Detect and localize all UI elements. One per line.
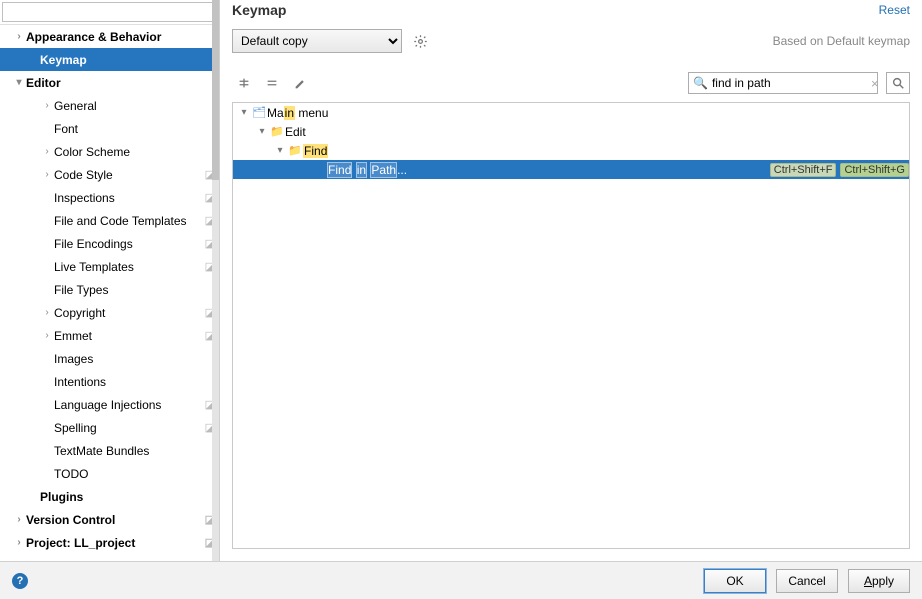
sidebar-item-todo[interactable]: TODO: [0, 462, 219, 485]
sidebar-item-label: General: [54, 99, 215, 113]
chevron-down-icon: ▾: [12, 77, 26, 88]
sidebar-scrollbar[interactable]: [212, 0, 219, 561]
sidebar-item-label: File Types: [54, 283, 215, 297]
sidebar-item-copyright[interactable]: ›Copyright◪: [0, 301, 219, 324]
ok-button[interactable]: OK: [704, 569, 766, 593]
sidebar-item-font[interactable]: Font: [0, 117, 219, 140]
dialog-footer: ? OK Cancel Apply: [0, 561, 922, 599]
keymap-panel: Keymap Reset Default copy Based on Defau…: [220, 0, 922, 561]
sidebar-item-emmet[interactable]: ›Emmet◪: [0, 324, 219, 347]
sidebar-item-label: Emmet: [54, 329, 205, 343]
panel-title: Keymap: [232, 2, 879, 18]
chevron-right-icon: ›: [12, 560, 26, 561]
sidebar-item-label: File and Code Templates: [54, 214, 205, 228]
folder-icon: 📁: [287, 144, 303, 157]
keymap-profile-select[interactable]: Default copy: [232, 29, 402, 53]
chevron-right-icon: ›: [40, 100, 54, 111]
sidebar-item-label: TODO: [54, 467, 215, 481]
sidebar-item-label: Keymap: [40, 53, 215, 67]
chevron-right-icon: ›: [12, 537, 26, 548]
sidebar-item-label: File Encodings: [54, 237, 205, 251]
collapse-all-icon[interactable]: [260, 71, 284, 95]
sidebar-item-label: Inspections: [54, 191, 205, 205]
chevron-down-icon: ▾: [273, 145, 287, 156]
action-search-input[interactable]: [712, 76, 867, 90]
clear-search-icon[interactable]: ×: [871, 76, 879, 91]
action-search-box: 🔍 ×: [688, 72, 878, 94]
sidebar-item-label: Copyright: [54, 306, 205, 320]
sidebar-item-label: Version Control: [26, 513, 205, 527]
chevron-right-icon: ›: [40, 169, 54, 180]
tree-label: Main menu: [267, 106, 328, 120]
search-icon: 🔍: [693, 76, 708, 90]
chevron-down-icon: ▾: [237, 107, 251, 118]
sidebar-item-color-scheme[interactable]: ›Color Scheme: [0, 140, 219, 163]
sidebar-search: [0, 0, 219, 25]
based-on-label: Based on Default keymap: [773, 34, 910, 48]
sidebar-item-project-ll-project[interactable]: ›Project: LL_project◪: [0, 531, 219, 554]
sidebar-item-label: Live Templates: [54, 260, 205, 274]
tree-label: Find: [303, 144, 328, 158]
reset-link[interactable]: Reset: [879, 3, 910, 17]
sidebar-item-file-encodings[interactable]: File Encodings◪: [0, 232, 219, 255]
sidebar-item-label: Font: [54, 122, 215, 136]
gear-icon[interactable]: [410, 31, 430, 51]
edit-shortcut-icon[interactable]: [288, 71, 312, 95]
tree-node-find-in-path[interactable]: Find in Path... Ctrl+Shift+F Ctrl+Shift+…: [233, 160, 909, 179]
shortcut-badge: Ctrl+Shift+F: [770, 163, 837, 177]
sidebar-item-label: Appearance & Behavior: [26, 30, 215, 44]
sidebar-item-editor[interactable]: ▾Editor: [0, 71, 219, 94]
sidebar-item-spelling[interactable]: Spelling◪: [0, 416, 219, 439]
sidebar-item-label: Color Scheme: [54, 145, 215, 159]
folder-icon: 📁: [269, 125, 285, 138]
sidebar-item-intentions[interactable]: Intentions: [0, 370, 219, 393]
sidebar-item-file-and-code-templates[interactable]: File and Code Templates◪: [0, 209, 219, 232]
menu-icon: 🗂: [251, 106, 267, 119]
sidebar-item-inspections[interactable]: Inspections◪: [0, 186, 219, 209]
sidebar-item-keymap[interactable]: Keymap: [0, 48, 219, 71]
sidebar-item-label: Editor: [26, 76, 215, 90]
tree-node-edit[interactable]: ▾ 📁 Edit: [233, 122, 909, 141]
chevron-right-icon: ›: [40, 307, 54, 318]
find-by-shortcut-icon[interactable]: [886, 72, 910, 94]
tree-node-main-menu[interactable]: ▾ 🗂 Main menu: [233, 103, 909, 122]
sidebar-item-label: Language Injections: [54, 398, 205, 412]
sidebar-item-label: Project: LL_project: [26, 536, 205, 550]
chevron-right-icon: ›: [12, 514, 26, 525]
sidebar-item-code-style[interactable]: ›Code Style◪: [0, 163, 219, 186]
sidebar-item-label: Intentions: [54, 375, 215, 389]
actions-tree[interactable]: ▾ 🗂 Main menu ▾ 📁 Edit ▾ 📁 Find Find: [232, 102, 910, 549]
tree-node-find[interactable]: ▾ 📁 Find: [233, 141, 909, 160]
sidebar-item-general[interactable]: ›General: [0, 94, 219, 117]
annotation-arrow: [773, 168, 910, 328]
sidebar-item-label: Images: [54, 352, 215, 366]
sidebar-item-appearance-behavior[interactable]: ›Appearance & Behavior: [0, 25, 219, 48]
sidebar-item-label: TextMate Bundles: [54, 444, 215, 458]
sidebar-item-version-control[interactable]: ›Version Control◪: [0, 508, 219, 531]
tree-label: Edit: [285, 125, 306, 139]
chevron-right-icon: ›: [40, 146, 54, 157]
sidebar-item-label: Spelling: [54, 421, 205, 435]
sidebar-item-language-injections[interactable]: Language Injections◪: [0, 393, 219, 416]
sidebar-item-live-templates[interactable]: Live Templates◪: [0, 255, 219, 278]
help-icon[interactable]: ?: [12, 573, 28, 589]
tree-label: Find in Path...: [327, 163, 407, 177]
sidebar-item-label: Plugins: [40, 490, 215, 504]
shortcut-badge: Ctrl+Shift+G: [840, 163, 909, 177]
sidebar-item-label: Code Style: [54, 168, 205, 182]
chevron-right-icon: ›: [12, 31, 26, 42]
cancel-button[interactable]: Cancel: [776, 569, 838, 593]
expand-all-icon[interactable]: [232, 71, 256, 95]
sidebar-search-input[interactable]: [2, 2, 217, 22]
sidebar-item-images[interactable]: Images: [0, 347, 219, 370]
chevron-down-icon: ▾: [255, 126, 269, 137]
sidebar-item-label: Build, Execution, Deployment: [26, 559, 215, 562]
settings-sidebar[interactable]: ›Appearance & BehaviorKeymap▾Editor›Gene…: [0, 0, 220, 561]
sidebar-item-build-execution-deployment[interactable]: ›Build, Execution, Deployment: [0, 554, 219, 561]
sidebar-item-plugins[interactable]: Plugins: [0, 485, 219, 508]
sidebar-item-file-types[interactable]: File Types: [0, 278, 219, 301]
chevron-right-icon: ›: [40, 330, 54, 341]
sidebar-item-textmate-bundles[interactable]: TextMate Bundles: [0, 439, 219, 462]
apply-button[interactable]: Apply: [848, 569, 910, 593]
